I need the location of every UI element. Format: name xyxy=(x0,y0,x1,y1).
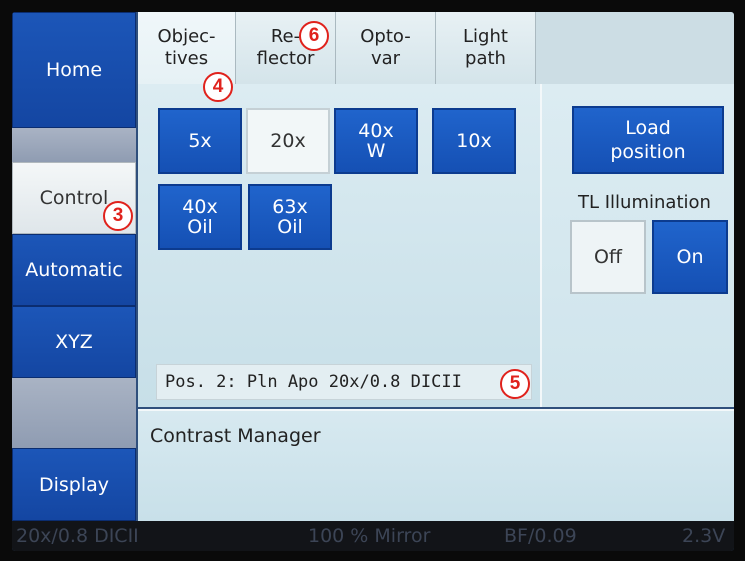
nav-divider xyxy=(12,128,136,162)
status-objective: 20x/0.8 DICII xyxy=(16,525,139,547)
current-objective-position: Pos. 2: Pln Apo 20x/0.8 DICII xyxy=(156,364,532,400)
status-mirror: 100 % Mirror xyxy=(308,525,431,547)
tl-illumination-on-button[interactable]: On xyxy=(652,220,728,294)
nav-home-label: Home xyxy=(45,59,103,81)
tab-optovar-line1: Opto- xyxy=(360,26,411,47)
tab-reflector-line2: flector xyxy=(256,48,315,69)
control-side-panel: Load position TL Illumination Off On xyxy=(540,84,734,407)
callout-marker-5: 5 xyxy=(500,369,530,399)
tab-optovar[interactable]: Opto- var xyxy=(336,12,436,84)
nav-display-button[interactable]: Display xyxy=(12,448,136,521)
position-text: Pos. 2: Pln Apo 20x/0.8 DICII xyxy=(165,372,462,392)
nav-control-label: Control xyxy=(39,187,109,209)
nav-divider xyxy=(12,378,136,448)
status-bar: 20x/0.8 DICII 100 % Mirror BF/0.09 2.3V xyxy=(12,521,734,551)
objective-40x-oil-button[interactable]: 40x Oil xyxy=(158,184,242,250)
objectives-panel: 5x 20x 40x W 10x 40x Oil 63x Oil Pos. 2:… xyxy=(138,84,540,407)
callout-marker-6: 6 xyxy=(299,21,329,51)
objective-63x-oil-button[interactable]: 63x Oil xyxy=(248,184,332,250)
tab-optovar-line2: var xyxy=(370,48,401,69)
tl-on-label: On xyxy=(676,246,704,268)
tl-off-label: Off xyxy=(593,246,623,268)
tab-light-path-line2: path xyxy=(465,48,506,69)
tab-objectives-line2: tives xyxy=(164,48,209,69)
objective-sublabel: W xyxy=(366,140,386,162)
objective-label: 10x xyxy=(456,130,492,152)
objective-label: 20x xyxy=(270,130,306,152)
tab-light-path[interactable]: Light path xyxy=(436,12,536,84)
load-position-line2: position xyxy=(610,141,686,163)
load-position-button[interactable]: Load position xyxy=(572,106,724,174)
objective-sublabel: Oil xyxy=(277,216,303,238)
status-bf: BF/0.09 xyxy=(504,525,577,547)
nav-xyz-button[interactable]: XYZ xyxy=(12,306,136,378)
callout-marker-4: 4 xyxy=(203,72,233,102)
objective-10x-button[interactable]: 10x xyxy=(432,108,516,174)
load-position-line1: Load xyxy=(625,117,671,139)
tl-illumination-off-button[interactable]: Off xyxy=(570,220,646,294)
contrast-manager-title: Contrast Manager xyxy=(150,425,321,447)
objective-5x-button[interactable]: 5x xyxy=(158,108,242,174)
nav-xyz-label: XYZ xyxy=(55,331,93,353)
tl-illumination-label: TL Illumination xyxy=(578,192,711,213)
contrast-manager-panel: Contrast Manager xyxy=(138,409,734,521)
objective-20x-button[interactable]: 20x xyxy=(246,108,330,174)
objective-label: 40x xyxy=(182,196,218,218)
objective-label: 63x xyxy=(272,196,308,218)
callout-marker-3: 3 xyxy=(103,201,133,231)
tab-light-path-line1: Light xyxy=(463,26,508,47)
objective-sublabel: Oil xyxy=(187,216,213,238)
objective-label: 5x xyxy=(188,130,212,152)
nav-display-label: Display xyxy=(38,473,110,496)
tab-objectives-line1: Objec- xyxy=(157,26,216,47)
microscope-touch-screen: Home Control Automatic XYZ Display Objec… xyxy=(12,12,734,551)
objective-label: 40x xyxy=(358,120,394,142)
tab-bar-filler xyxy=(536,12,734,84)
status-voltage: 2.3V xyxy=(682,525,726,547)
nav-automatic-button[interactable]: Automatic xyxy=(12,234,136,306)
objective-40x-w-button[interactable]: 40x W xyxy=(334,108,418,174)
nav-home-button[interactable]: Home xyxy=(12,12,136,128)
nav-automatic-label: Automatic xyxy=(25,259,123,281)
